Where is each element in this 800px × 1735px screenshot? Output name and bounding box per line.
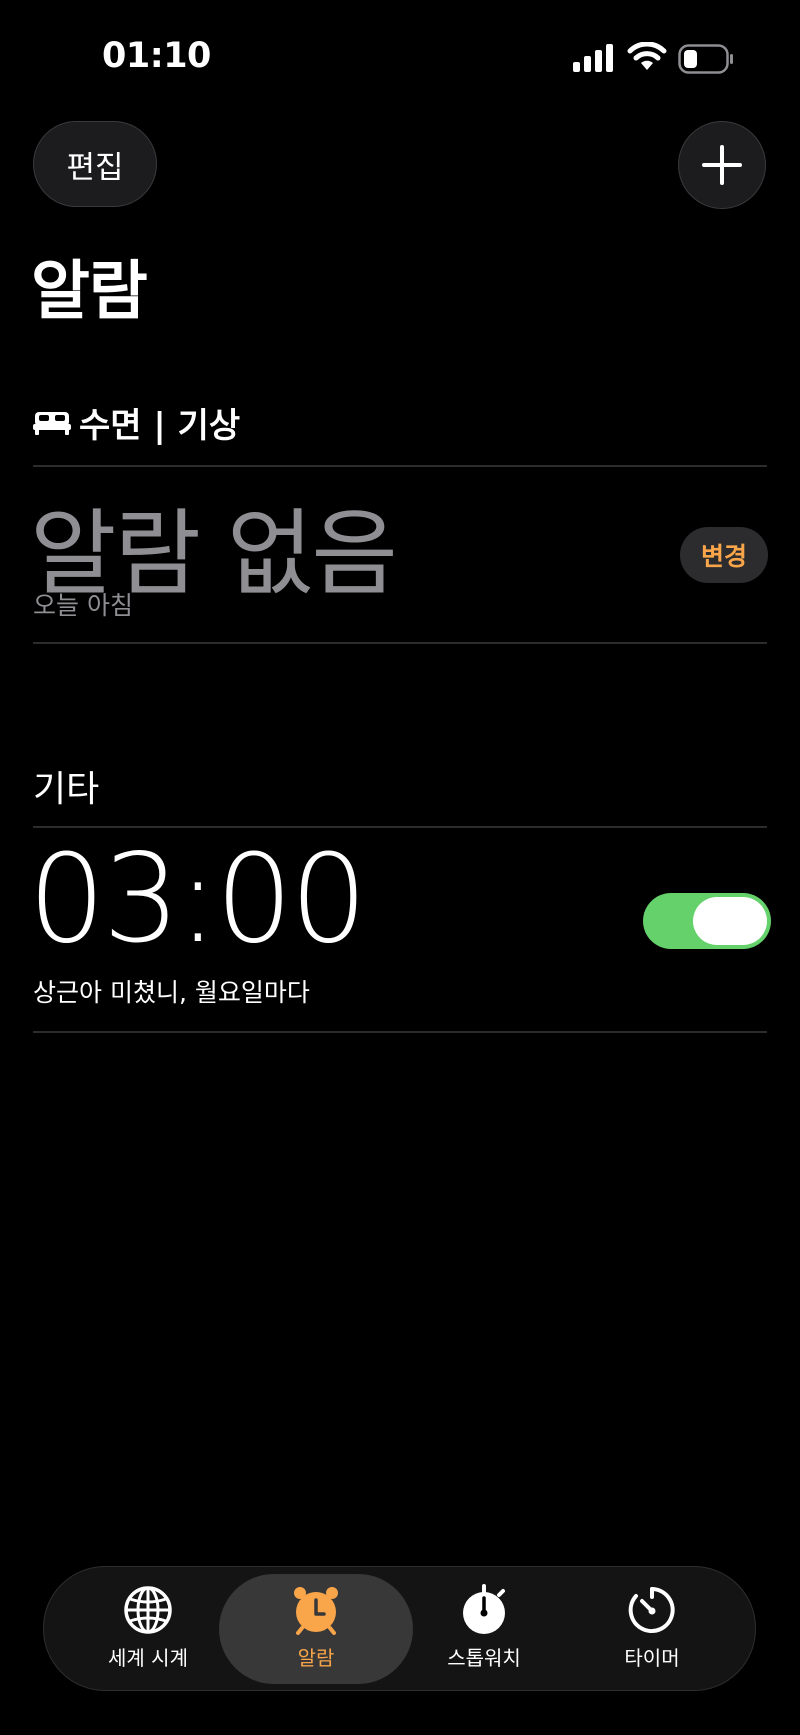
stopwatch-icon: [463, 1584, 505, 1634]
edit-button[interactable]: 편집: [33, 121, 157, 207]
bed-icon: [33, 412, 71, 435]
divider: [33, 1031, 767, 1033]
timer-icon: [628, 1587, 675, 1633]
battery-icon: [678, 44, 733, 74]
add-alarm-button[interactable]: [678, 121, 766, 209]
wifi-icon: [627, 42, 667, 70]
globe-icon: [124, 1586, 172, 1634]
tab-alarm[interactable]: 알람: [231, 1584, 401, 1684]
other-section-header: 기타: [33, 769, 100, 810]
tab-label: 스톱워치: [447, 1646, 521, 1670]
alarm-time[interactable]: 03:00: [28, 838, 368, 960]
alarm-label: 상근아 미쳤니, 월요일마다: [33, 978, 310, 1007]
toggle-knob: [693, 897, 767, 945]
status-time: 01:10: [102, 36, 211, 76]
tab-label: 세계 시계: [108, 1646, 188, 1670]
sleep-alarm-subtitle: 오늘 아침: [33, 591, 133, 620]
page-title: 알람: [31, 255, 148, 329]
tab-world-clock[interactable]: 세계 시계: [63, 1584, 233, 1684]
plus-icon: [702, 145, 742, 185]
cellular-signal-icon: [573, 44, 613, 72]
sleep-section-header: 수면 | 기상: [33, 400, 241, 446]
alarm-clock-icon: [294, 1587, 338, 1635]
tab-label: 알람: [297, 1646, 335, 1670]
change-sleep-button[interactable]: 변경: [680, 527, 768, 583]
tab-label: 타이머: [624, 1646, 680, 1670]
tab-stopwatch[interactable]: 스톱워치: [399, 1584, 569, 1684]
alarm-toggle[interactable]: [643, 893, 771, 949]
tab-timer[interactable]: 타이머: [567, 1584, 737, 1684]
divider: [33, 465, 767, 467]
divider: [33, 642, 767, 644]
sleep-section-title: 수면 | 기상: [79, 405, 241, 446]
